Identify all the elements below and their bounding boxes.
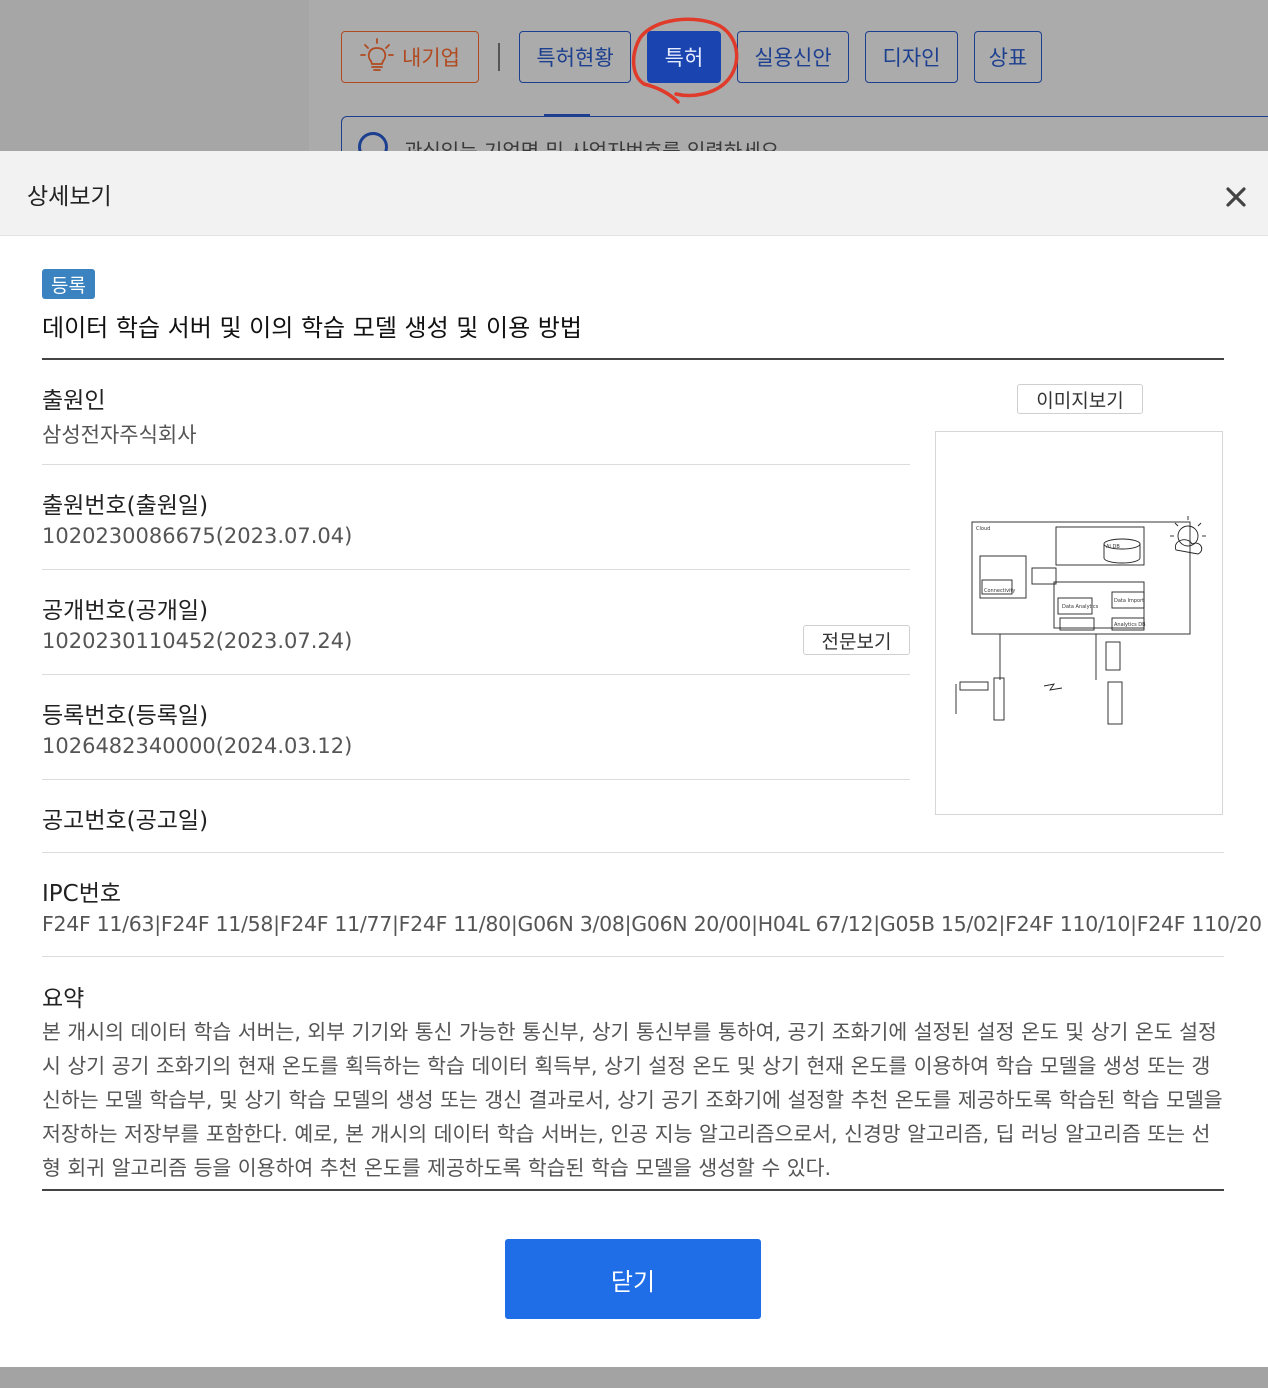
registration-number-label: 등록번호(등록일) [42, 703, 209, 729]
detail-modal: 상세보기 등록 데이터 학습 서버 및 이의 학습 모델 생성 및 이용 방법 … [0, 151, 1268, 1367]
tab-trademark[interactable]: 상표 [974, 31, 1042, 83]
patent-title: 데이터 학습 서버 및 이의 학습 모델 생성 및 이용 방법 [42, 314, 582, 342]
view-image-button[interactable]: 이미지보기 [1017, 384, 1143, 414]
summary-label: 요약 [42, 986, 85, 1012]
svg-text:Data Analytics: Data Analytics [1062, 604, 1099, 610]
publication-number-label: 공개번호(공개일) [42, 598, 209, 624]
tab-utility-model[interactable]: 실용신안 [737, 31, 849, 83]
section-divider [42, 956, 1224, 957]
section-divider [42, 852, 1224, 853]
red-circle-annotation [631, 17, 739, 104]
ipc-value: F24F 11/63|F24F 11/58|F24F 11/77|F24F 11… [42, 912, 1262, 936]
row-divider [42, 674, 910, 675]
registration-number-value: 1026482340000(2024.03.12) [42, 734, 353, 758]
row-divider [42, 779, 910, 780]
patent-drawing-thumbnail[interactable]: Cloud Connectivity Data Analytics Data I… [935, 431, 1223, 815]
row-divider [42, 464, 910, 465]
tab-design[interactable]: 디자인 [865, 31, 958, 83]
lightbulb-icon [360, 37, 394, 78]
tab-my-company-label: 내기업 [402, 46, 460, 70]
tab-patent-status[interactable]: 특허현황 [519, 31, 631, 83]
applicant-label: 출원인 [42, 388, 106, 414]
publication-number-value: 1020230110452(2023.07.24) [42, 629, 353, 653]
modal-title: 상세보기 [27, 184, 112, 210]
ipc-label: IPC번호 [42, 881, 122, 907]
close-button[interactable]: 닫기 [505, 1239, 761, 1319]
svg-text:Connectivity: Connectivity [984, 588, 1015, 594]
application-number-value: 1020230086675(2023.07.04) [42, 524, 353, 548]
announcement-number-label: 공고번호(공고일) [42, 808, 209, 834]
application-number-label: 출원번호(출원일) [42, 493, 209, 519]
applicant-value: 삼성전자주식회사 [42, 423, 197, 447]
svg-text:Analytics DB: Analytics DB [1114, 622, 1146, 628]
full-text-button[interactable]: 전문보기 [803, 625, 910, 655]
summary-text: 본 개시의 데이터 학습 서버는, 외부 기기와 통신 가능한 통신부, 상기 … [42, 1020, 1223, 1180]
patent-drawing-figure: Cloud Connectivity Data Analytics Data I… [955, 516, 1206, 725]
status-badge: 등록 [42, 269, 95, 299]
modal-header: 상세보기 [0, 151, 1268, 236]
row-divider [42, 569, 910, 570]
svg-text:Cloud: Cloud [976, 526, 990, 532]
background-left-panel [0, 0, 309, 152]
tab-my-company[interactable]: 내기업 [341, 31, 479, 83]
title-divider [42, 358, 1224, 360]
svg-text:AI DB: AI DB [1106, 544, 1120, 550]
content-bottom-divider [42, 1189, 1224, 1191]
tab-divider [498, 43, 500, 71]
svg-text:Data Import: Data Import [1114, 598, 1144, 604]
close-icon[interactable] [1220, 181, 1252, 213]
